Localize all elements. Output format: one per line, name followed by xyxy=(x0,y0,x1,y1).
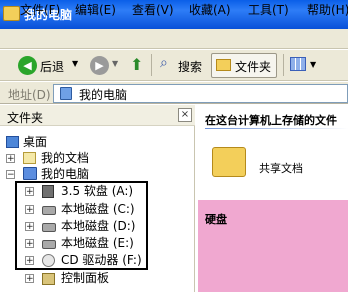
control-panel-icon xyxy=(42,273,55,285)
computer-icon xyxy=(60,87,72,100)
shared-folder-icon[interactable] xyxy=(212,147,246,177)
highlight-outline xyxy=(15,181,148,270)
address-value[interactable]: 我的电脑 xyxy=(79,86,127,103)
collapse-icon[interactable]: − xyxy=(6,170,15,180)
menu-view[interactable]: 查看(V) xyxy=(132,2,174,18)
computer-icon xyxy=(23,167,37,180)
back-arrow-icon[interactable]: ◀ xyxy=(18,56,37,75)
tree-item-my-documents[interactable]: 我的文档 xyxy=(41,150,89,166)
folders-pane-title: 文件夹 xyxy=(7,111,44,125)
folders-button-label[interactable]: 文件夹 xyxy=(235,58,271,75)
back-button-label[interactable]: 后退 xyxy=(40,58,64,75)
forward-arrow-icon[interactable]: ▶ xyxy=(90,56,109,75)
address-label: 地址(D) xyxy=(8,88,51,102)
up-folder-icon[interactable]: ⬆ xyxy=(130,55,143,74)
tree-item-desktop[interactable]: 桌面 xyxy=(23,134,47,150)
expand-icon[interactable]: + xyxy=(25,274,34,284)
tree-item-my-computer[interactable]: 我的电脑 xyxy=(41,166,89,182)
folders-icon[interactable] xyxy=(216,59,231,71)
views-dropdown-icon[interactable]: ▼ xyxy=(310,60,316,69)
menu-help[interactable]: 帮助(H) xyxy=(307,2,348,18)
menu-edit[interactable]: 编辑(E) xyxy=(75,2,116,18)
menu-file[interactable]: 文件(F) xyxy=(20,2,60,18)
menu-bar xyxy=(0,29,348,49)
forward-dropdown-icon[interactable]: ▼ xyxy=(112,59,118,68)
expand-icon[interactable]: + xyxy=(6,154,15,164)
back-dropdown-icon[interactable]: ▼ xyxy=(72,59,78,68)
views-icon[interactable] xyxy=(290,57,306,71)
shared-documents-label[interactable]: 共享文档 xyxy=(259,160,303,176)
documents-icon xyxy=(23,152,36,164)
folder-icon xyxy=(3,6,20,21)
close-icon[interactable]: × xyxy=(178,108,192,122)
files-section-title: 在这台计算机上存储的文件 xyxy=(205,114,337,127)
menu-tools[interactable]: 工具(T) xyxy=(248,2,289,18)
section-divider xyxy=(205,128,348,129)
toolbar-separator xyxy=(151,54,152,76)
menu-favorites[interactable]: 收藏(A) xyxy=(189,2,231,18)
hard-disks-section-title: 硬盘 xyxy=(205,213,227,226)
tree-item-control-panel[interactable]: 控制面板 xyxy=(61,270,109,286)
search-button-label[interactable]: 搜索 xyxy=(178,58,202,75)
toolbar-separator xyxy=(283,54,284,76)
desktop-icon xyxy=(6,136,19,148)
search-icon[interactable]: ⌕ xyxy=(160,55,168,71)
